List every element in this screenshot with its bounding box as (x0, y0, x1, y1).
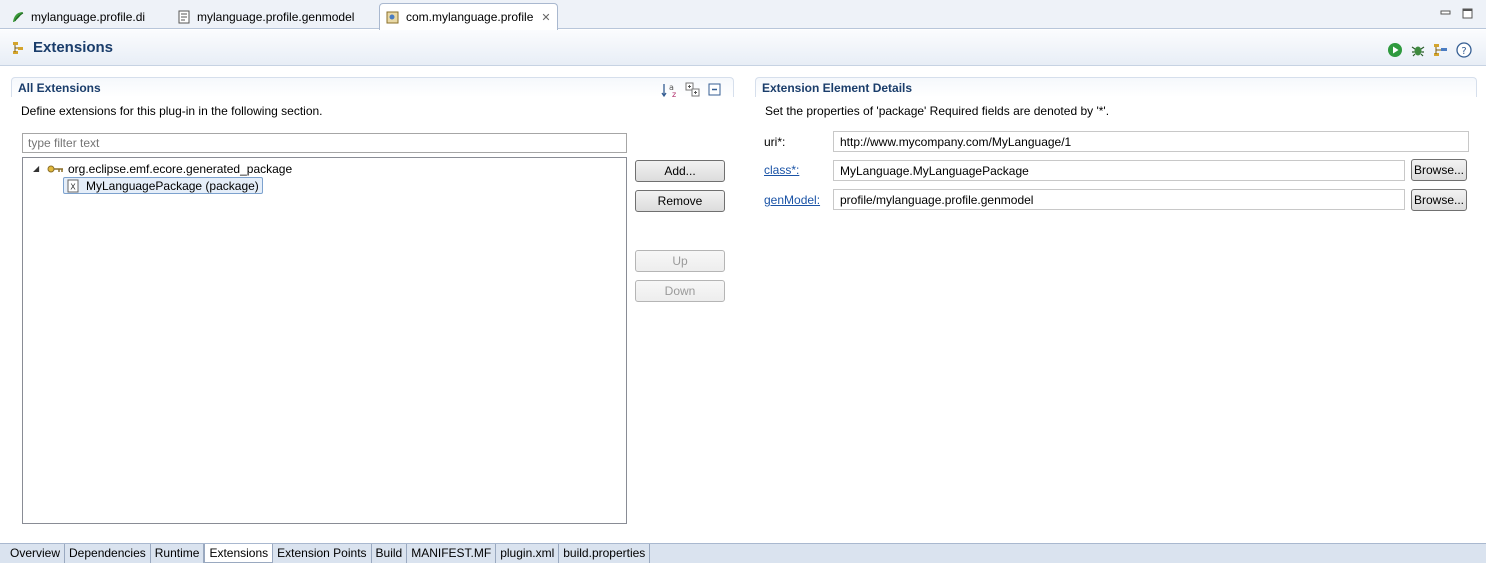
expand-all-icon[interactable] (685, 82, 701, 98)
up-button[interactable]: Up (635, 250, 725, 272)
page-tab-bar: Overview Dependencies Runtime Extensions… (0, 543, 1486, 563)
svg-text:X: X (70, 182, 76, 191)
page-tab-build-properties[interactable]: build.properties (559, 544, 651, 563)
genmodel-field[interactable]: profile/mylanguage.profile.genmodel (833, 189, 1405, 210)
section-description: Define extensions for this plug-in in th… (21, 104, 323, 118)
tree-item-generated-package[interactable]: ◢ org.eclipse.emf.ecore.generated_packag… (33, 160, 292, 177)
browse-genmodel-button[interactable]: Browse... (1411, 189, 1467, 211)
help-icon[interactable]: ? (1456, 42, 1472, 58)
header-toolbar: ? (1387, 42, 1472, 58)
page-title: Extensions (33, 39, 114, 56)
editor-tab-genmodel[interactable]: mylanguage.profile.genmodel (170, 3, 361, 29)
tree-item-mylanguagepackage[interactable]: X MyLanguagePackage (package) (63, 177, 263, 194)
collapse-triangle-icon[interactable]: ◢ (33, 164, 47, 173)
page-tab-runtime[interactable]: Runtime (151, 544, 205, 563)
section-toolbar: az (661, 82, 723, 99)
plugin-manifest-icon (386, 10, 400, 24)
editor-tab-di[interactable]: mylanguage.profile.di (4, 3, 152, 29)
svg-text:z: z (672, 90, 676, 98)
editor-tab-bar: mylanguage.profile.di mylanguage.profile… (0, 0, 1486, 30)
run-icon[interactable] (1387, 42, 1403, 58)
page-tab-extensions[interactable]: Extensions (204, 544, 274, 563)
close-icon[interactable]: ✕ (541, 11, 550, 24)
page-tab-build[interactable]: Build (372, 544, 408, 563)
editor-tab-label: mylanguage.profile.di (31, 9, 146, 24)
genmodel-link[interactable]: genModel: (764, 193, 820, 207)
uri-field[interactable]: http://www.mycompany.com/MyLanguage/1 (833, 131, 1469, 152)
minimize-icon[interactable] (1440, 4, 1452, 16)
extension-point-icon (47, 163, 65, 175)
section-title: Extension Element Details (755, 77, 1477, 97)
genmodel-file-icon (177, 10, 191, 24)
svg-text:?: ? (1461, 46, 1466, 57)
remove-button[interactable]: Remove (635, 190, 725, 212)
page-tab-dependencies[interactable]: Dependencies (65, 544, 151, 563)
papyrus-diagram-icon (11, 10, 25, 24)
section-description: Set the properties of 'package' Required… (765, 104, 1110, 118)
tree-item-label: org.eclipse.emf.ecore.generated_package (68, 161, 293, 176)
form-header: Extensions ? (0, 30, 1486, 66)
uri-label: uri*: (764, 135, 786, 149)
tree-item-label: MyLanguagePackage (package) (86, 178, 259, 193)
debug-icon[interactable] (1410, 42, 1426, 58)
collapse-all-icon[interactable] (707, 82, 723, 98)
page-tab-extension-points[interactable]: Extension Points (273, 544, 372, 563)
page-tab-manifest[interactable]: MANIFEST.MF (407, 544, 497, 563)
element-icon: X (66, 179, 80, 193)
extensions-tree[interactable]: ◢ org.eclipse.emf.ecore.generated_packag… (22, 157, 627, 524)
page-tab-plugin-xml[interactable]: plugin.xml (496, 544, 560, 563)
page-tab-overview[interactable]: Overview (6, 544, 66, 563)
class-field[interactable]: MyLanguage.MyLanguagePackage (833, 160, 1405, 181)
extension-wizard-icon[interactable] (1433, 42, 1449, 58)
section-title: All Extensions (11, 77, 734, 97)
browse-class-button[interactable]: Browse... (1411, 159, 1467, 181)
extensions-icon (12, 40, 28, 56)
class-link[interactable]: class*: (764, 163, 799, 177)
down-button[interactable]: Down (635, 280, 725, 302)
editor-tab-label: mylanguage.profile.genmodel (197, 9, 355, 24)
add-button[interactable]: Add... (635, 160, 725, 182)
filter-input[interactable] (22, 133, 627, 153)
editor-tab-plugin[interactable]: com.mylanguage.profile ✕ (379, 3, 558, 30)
editor-tab-label: com.mylanguage.profile (406, 10, 534, 24)
maximize-icon[interactable] (1462, 8, 1474, 20)
sort-alphabetically-icon[interactable]: az (661, 82, 679, 99)
